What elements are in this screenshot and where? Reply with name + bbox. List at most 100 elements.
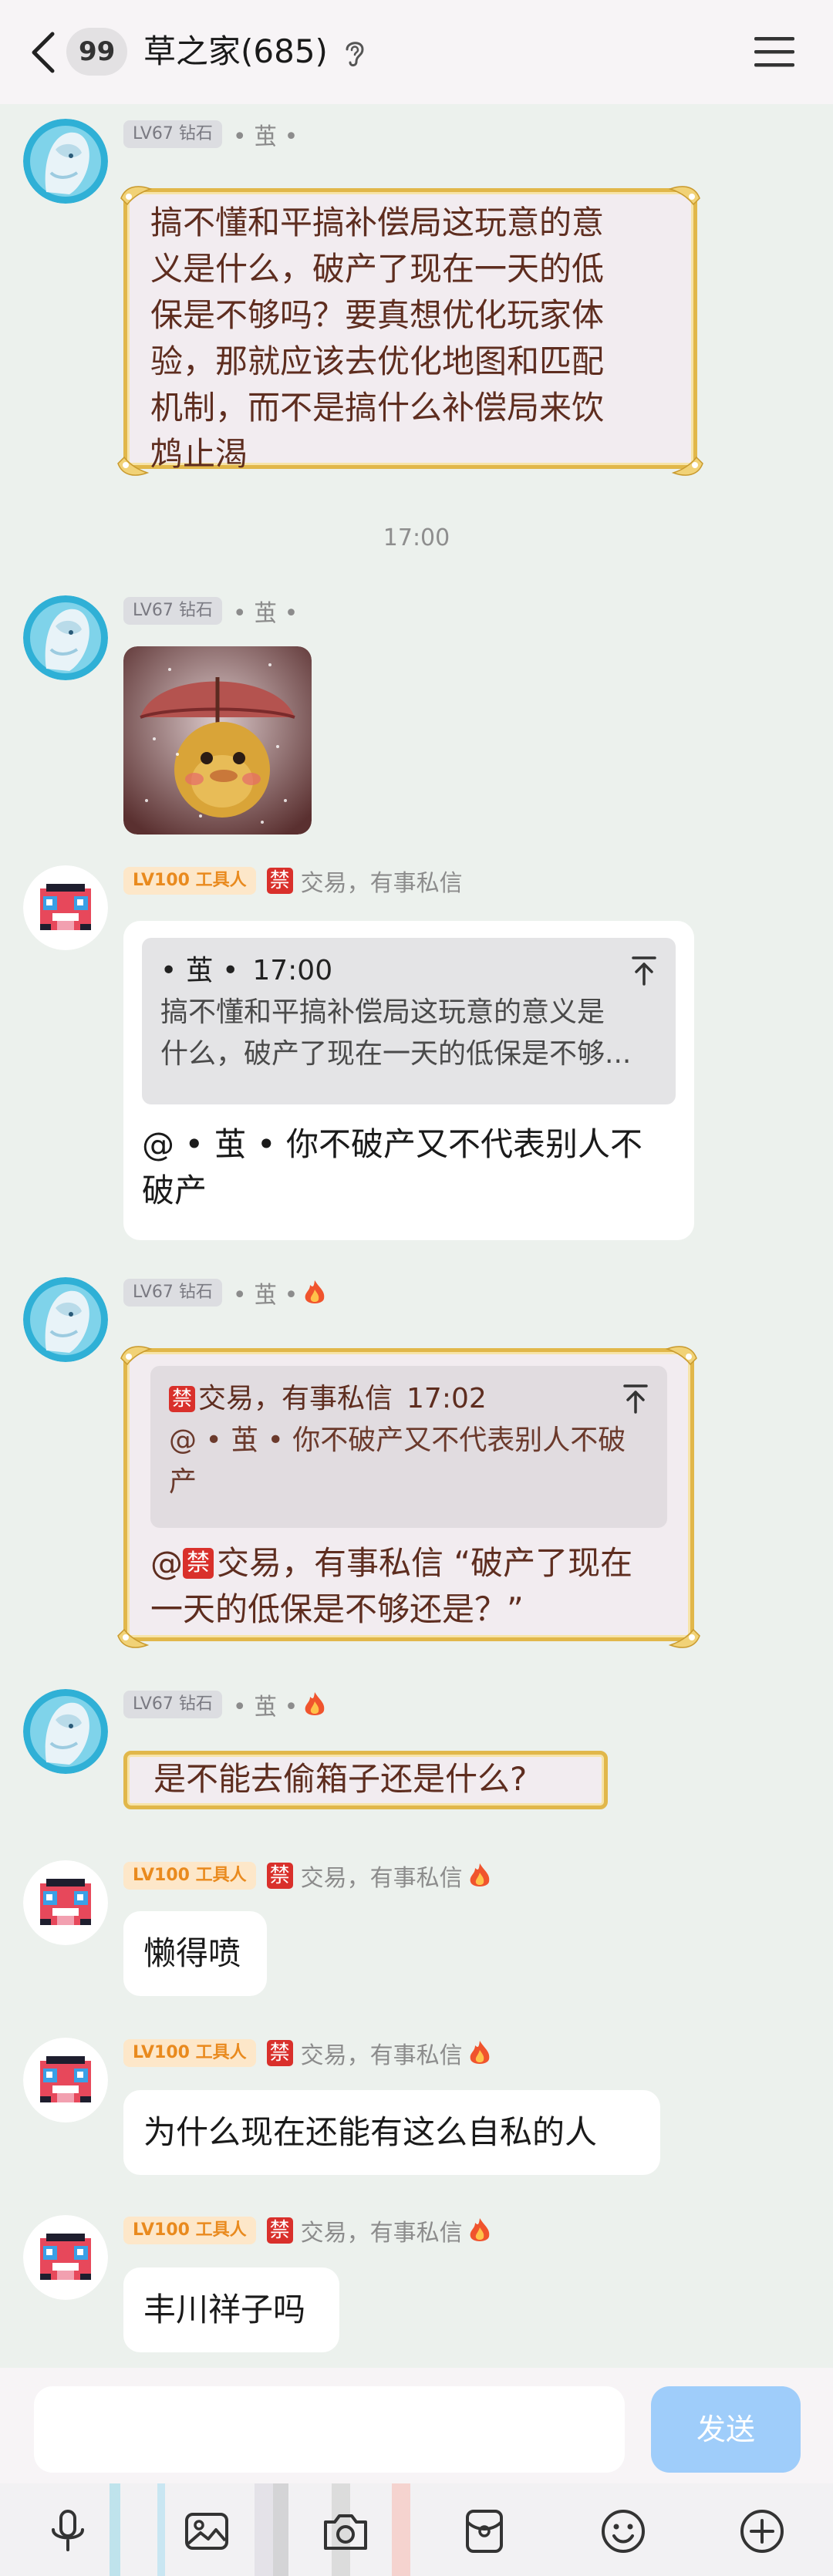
- level-badge: LV67 钻石: [123, 1691, 222, 1718]
- message-bubble[interactable]: 禁 交易，有事私信 17:02 @ • 茧 • 你不破产又不代表别人不破 产 @…: [117, 1346, 700, 1648]
- avatar[interactable]: [23, 2215, 108, 2300]
- quoted-message[interactable]: • 茧 • 17:00 搞不懂和平搞补偿局这玩意的意义是 什么，破产了现在一天的…: [142, 938, 676, 1104]
- sender-nickname[interactable]: • 茧 •: [233, 1688, 327, 1721]
- flame-icon: [305, 1280, 325, 1303]
- frame-corner-icon: [120, 186, 151, 205]
- quote-line: 搞不懂和平搞补偿局这玩意的意义是: [160, 996, 605, 1028]
- ban-icon: 禁: [266, 2217, 293, 2244]
- ban-icon: 禁: [266, 2040, 293, 2066]
- level-badge: LV100 工具人: [123, 2039, 256, 2067]
- quote-line: @ • 茧 • 你不破产又不代表别人不破: [169, 1425, 626, 1456]
- flame-icon: [470, 1863, 489, 1886]
- unread-count-badge[interactable]: 99: [66, 28, 128, 76]
- frame-corner-icon: [117, 457, 148, 476]
- microphone-icon[interactable]: [43, 2507, 93, 2556]
- sender-meta: LV67 钻石 • 茧 •: [123, 594, 298, 628]
- flame-icon: [470, 2041, 489, 2064]
- message-line: 搞不懂和平搞补偿局这玩意的意: [150, 204, 605, 241]
- message-bubble[interactable]: 是不能去偷箱子还是什么?: [123, 1751, 608, 1809]
- ear-icon: [346, 42, 364, 67]
- sender-nickname[interactable]: 禁 交易，有事私信: [266, 1859, 492, 1893]
- message-input[interactable]: [34, 2386, 625, 2473]
- red-packet-icon[interactable]: [460, 2507, 509, 2556]
- sender-nickname[interactable]: • 茧 •: [233, 1276, 327, 1310]
- message-line: 破产: [142, 1172, 207, 1209]
- level-badge: LV100 工具人: [123, 2217, 256, 2244]
- sender-nickname[interactable]: • 茧 •: [233, 117, 298, 151]
- frame-corner-icon: [117, 1629, 148, 1648]
- message-line: @ • 茧 • 你不破产又不代表别人不: [142, 1125, 642, 1163]
- message-bubble[interactable]: 搞不懂和平搞补偿局这玩意的意 义是什么，破产了现在一天的低 保是不够吗？要真想优…: [117, 186, 703, 476]
- jump-to-top-icon[interactable]: [622, 1383, 649, 1414]
- umbrella-duck-sticker[interactable]: [123, 646, 312, 835]
- avatar[interactable]: [23, 1860, 108, 1945]
- sender-nickname[interactable]: 禁 交易，有事私信: [266, 864, 463, 898]
- message-line: 验，那就应该去优化地图和匹配: [150, 342, 605, 380]
- ban-icon: 禁: [169, 1386, 195, 1412]
- message-row: LV67 钻石 • 茧 • 禁 交易，有事私信 17:02 @ • 茧 • 你不…: [0, 1274, 833, 1660]
- sender-nickname[interactable]: 禁 交易，有事私信: [266, 2214, 492, 2247]
- frame-corner-icon: [669, 1629, 700, 1648]
- menu-icon[interactable]: [753, 34, 796, 69]
- message-row: LV100 工具人 禁 交易，有事私信 懒得喷: [0, 1857, 833, 2011]
- plus-icon[interactable]: [737, 2507, 787, 2556]
- message-row: LV67 钻石 • 茧 •: [0, 592, 833, 839]
- sender-meta: LV100 工具人 禁 交易，有事私信: [123, 864, 463, 898]
- message-row: LV100 工具人 禁 交易，有事私信 • 茧 • 17:00 搞不懂和平搞补偿…: [0, 862, 833, 1248]
- avatar[interactable]: [23, 865, 108, 950]
- ban-icon: 禁: [266, 1863, 293, 1889]
- flame-icon: [305, 1692, 325, 1715]
- image-icon[interactable]: [182, 2507, 231, 2556]
- sender-nickname-text: 交易，有事私信: [300, 2042, 463, 2069]
- message-row: LV67 钻石 • 茧 • 是不能去偷箱子还是什么?: [0, 1686, 833, 1825]
- message-line-text: 交易，有事私信 “破产了现在: [217, 1544, 633, 1582]
- sender-meta: LV67 钻石 • 茧 •: [123, 1276, 327, 1310]
- quoted-message[interactable]: 禁 交易，有事私信 17:02 @ • 茧 • 你不破产又不代表别人不破 产: [150, 1366, 667, 1528]
- decor-stripe: [255, 2483, 273, 2576]
- sender-nickname[interactable]: 禁 交易，有事私信: [266, 2036, 492, 2070]
- avatar[interactable]: [23, 1277, 108, 1362]
- sender-nickname-text: 交易，有事私信: [300, 1865, 463, 1892]
- chat-header: 99 草之家(685): [0, 0, 833, 104]
- message-bubble[interactable]: 为什么现在还能有这么自私的人: [123, 2090, 660, 2175]
- time-separator: 17:00: [383, 524, 450, 551]
- sender-meta: LV100 工具人 禁 交易，有事私信: [123, 2038, 492, 2069]
- decor-stripe: [392, 2483, 410, 2576]
- send-button[interactable]: 发送: [651, 2386, 801, 2473]
- message-bubble[interactable]: 懒得喷: [123, 1911, 267, 1996]
- quote-line: 产: [169, 1466, 197, 1498]
- avatar[interactable]: [23, 2038, 108, 2123]
- jump-to-top-icon[interactable]: [631, 955, 657, 986]
- back-icon[interactable]: [28, 31, 59, 74]
- sender-nickname-text: • 茧 •: [232, 1694, 298, 1721]
- bottom-toolbar: [0, 2483, 833, 2576]
- message-bubble[interactable]: 丰川祥子吗: [123, 2267, 339, 2352]
- ban-icon: 禁: [183, 1548, 214, 1579]
- quote-time: 17:02: [406, 1383, 487, 1414]
- message-line: @ 禁 交易，有事私信 “破产了现在: [150, 1540, 667, 1586]
- message-line: 义是什么，破产了现在一天的低: [150, 250, 605, 288]
- avatar[interactable]: [23, 595, 108, 680]
- emoji-icon[interactable]: [599, 2507, 648, 2556]
- level-badge: LV67 钻石: [123, 597, 222, 625]
- avatar[interactable]: [23, 119, 108, 204]
- camera-icon[interactable]: [321, 2507, 370, 2556]
- sender-nickname-text: • 茧 •: [232, 1282, 298, 1309]
- frame-corner-icon: [669, 186, 700, 205]
- ban-icon: 禁: [266, 868, 293, 894]
- quote-author: 交易，有事私信: [198, 1383, 393, 1414]
- quote-line: 什么，破产了现在一天的低保是不够...: [160, 1038, 632, 1070]
- sender-meta: LV100 工具人 禁 交易，有事私信: [123, 2214, 492, 2247]
- decor-stripe: [110, 2483, 120, 2576]
- level-badge: LV67 钻石: [123, 120, 222, 148]
- level-badge: LV100 工具人: [123, 867, 256, 895]
- message-line: 机制，而不是搞什么补偿局来饮: [150, 389, 605, 427]
- frame-corner-icon: [120, 1346, 151, 1365]
- message-line: 保是不够吗？要真想优化玩家体: [150, 296, 605, 334]
- quote-time: 17:00: [252, 955, 333, 986]
- level-badge: LV100 工具人: [123, 1862, 256, 1890]
- group-title[interactable]: 草之家(685): [143, 28, 328, 76]
- message-bubble[interactable]: • 茧 • 17:00 搞不懂和平搞补偿局这玩意的意义是 什么，破产了现在一天的…: [123, 921, 694, 1240]
- avatar[interactable]: [23, 1689, 108, 1774]
- sender-nickname[interactable]: • 茧 •: [233, 594, 298, 628]
